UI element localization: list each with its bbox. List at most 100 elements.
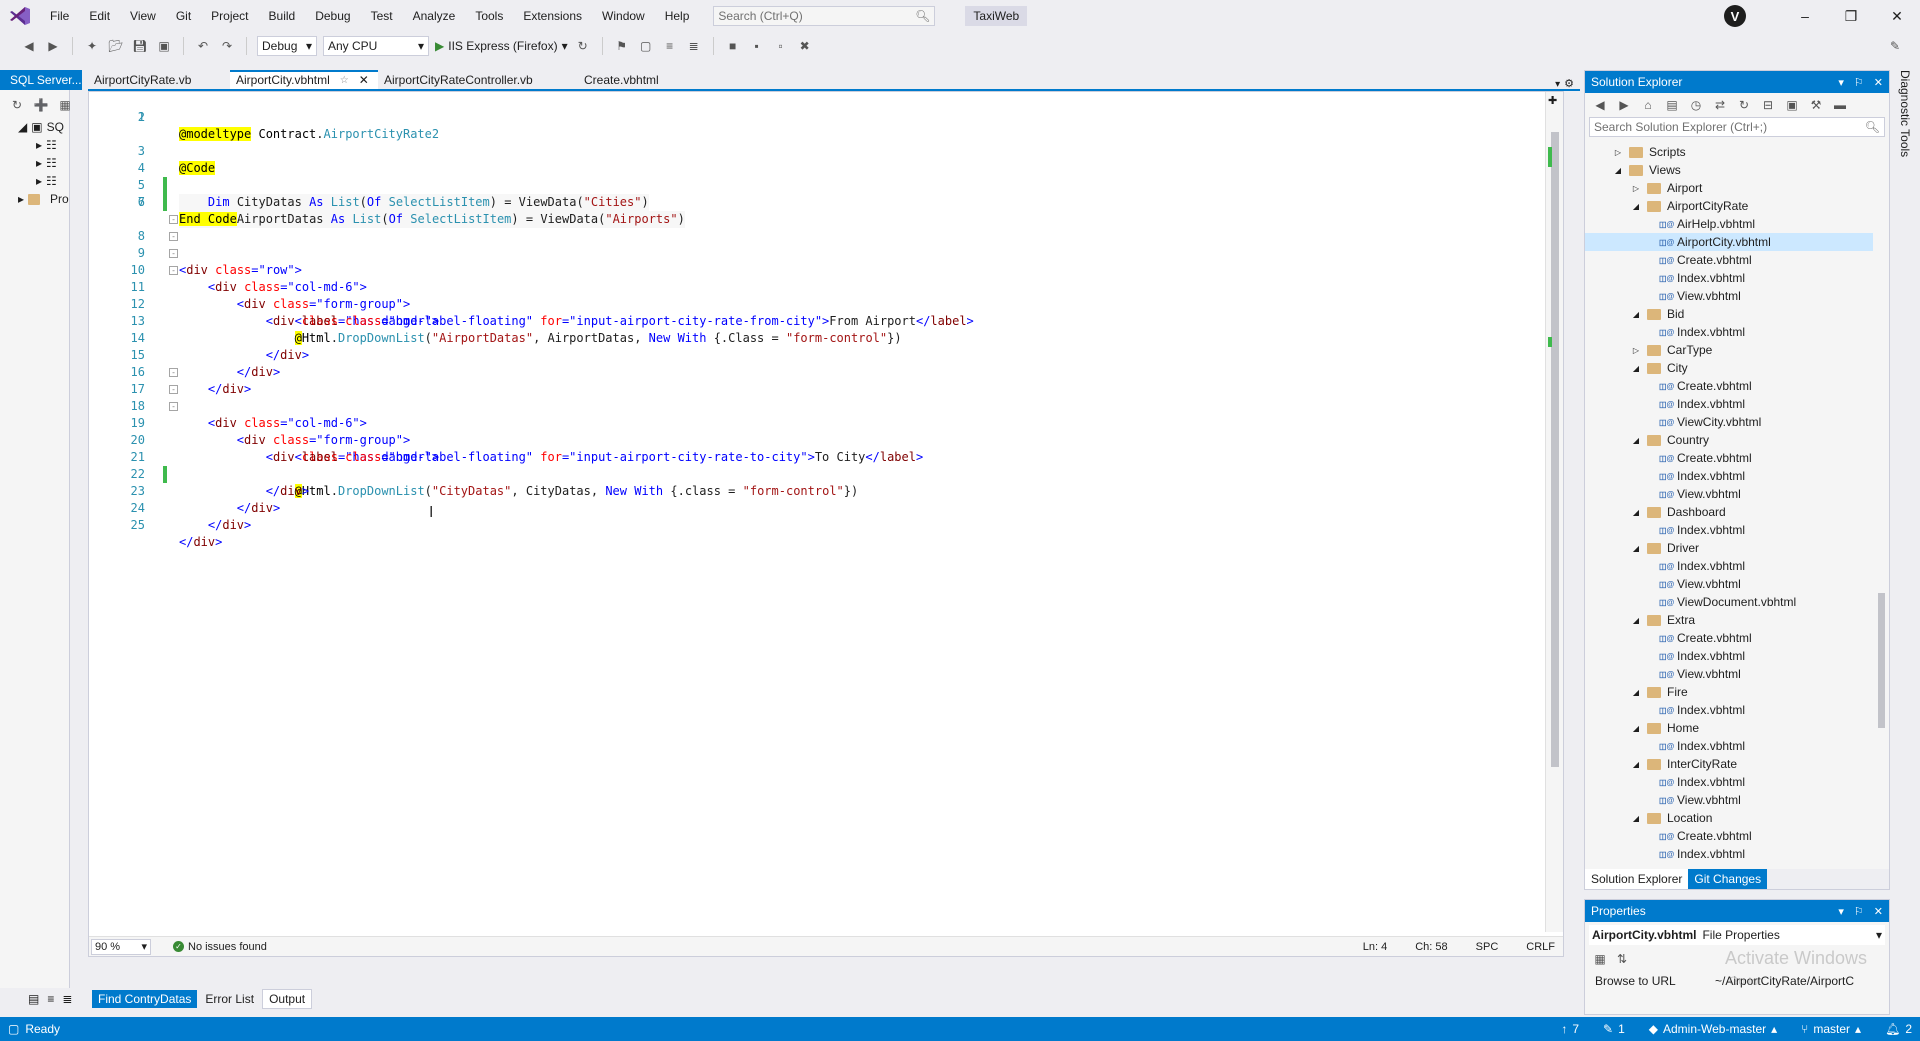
output-clear-icon[interactable]: ▤ (28, 992, 39, 1006)
tree-file-item[interactable]: ◫@ Create.vbhtml (1585, 377, 1873, 395)
tree-file-item[interactable]: ◫@ Index.vbhtml (1585, 323, 1873, 341)
tree-folder-item[interactable]: ◢ AirportCityRate (1585, 197, 1873, 215)
comment-icon[interactable]: ≡ (661, 37, 679, 55)
tab-airportcityratecontroller-vb[interactable]: AirportCityRateController.vb (378, 70, 578, 90)
menu-debug[interactable]: Debug (305, 0, 360, 32)
fold-toggle-icon[interactable]: - (169, 368, 178, 377)
restore-button[interactable]: ❐ (1828, 8, 1874, 25)
add-server-icon[interactable]: ➕ (32, 96, 50, 114)
avatar[interactable]: V (1724, 5, 1746, 27)
bookmark-icon[interactable]: ■ (724, 37, 742, 55)
tab-create-vbhtml[interactable]: Create.vbhtml (578, 70, 698, 90)
browser-link-icon[interactable]: ⚑ (613, 37, 631, 55)
tree-file-item[interactable]: ◫@ View.vbhtml (1585, 791, 1873, 809)
expand-arrow-icon[interactable]: ▷ (1631, 184, 1641, 193)
menu-test[interactable]: Test (361, 0, 403, 32)
output-list-icon[interactable]: ≡ (47, 992, 54, 1006)
issues-indicator[interactable]: ✓ No issues found (173, 941, 267, 953)
menu-tools[interactable]: Tools (465, 0, 513, 32)
tree-folder-item[interactable]: ▷ Airport (1585, 179, 1873, 197)
open-icon[interactable]: 📂︎ (107, 37, 125, 55)
menu-file[interactable]: File (40, 0, 79, 32)
tree-file-item[interactable]: ◫@ Index.vbhtml (1585, 701, 1873, 719)
collapse-arrow-icon[interactable]: ◢ (1631, 310, 1641, 319)
save-icon[interactable]: 💾︎ (131, 37, 149, 55)
collapse-arrow-icon[interactable]: ◢ (1631, 688, 1641, 697)
tree-file-item[interactable]: ◫@ ViewCity.vbhtml (1585, 413, 1873, 431)
notifications[interactable]: 🔔︎ 2 (1885, 1022, 1912, 1036)
sql-project-node[interactable]: ▸ Pro (18, 192, 69, 206)
menu-project[interactable]: Project (201, 0, 258, 32)
tree-folder-item[interactable]: ▷ CarType (1585, 341, 1873, 359)
menu-help[interactable]: Help (655, 0, 700, 32)
tree-folder-item[interactable]: ◢ Country (1585, 431, 1873, 449)
tree-file-item[interactable]: ◫@ View.vbhtml (1585, 287, 1873, 305)
tree-file-item[interactable]: ◫@ Index.vbhtml (1585, 467, 1873, 485)
menu-window[interactable]: Window (592, 0, 655, 32)
tree-folder-item[interactable]: ◢ City (1585, 359, 1873, 377)
run-button[interactable]: ▶ IIS Express (Firefox) ▾ (435, 39, 568, 53)
back-icon[interactable]: ◀ (1591, 96, 1609, 114)
sync-icon[interactable]: ⇄ (1711, 96, 1729, 114)
tree-folder-item[interactable]: ◢ Location (1585, 809, 1873, 827)
fold-toggle-icon[interactable]: - (169, 232, 178, 241)
tree-folder-item[interactable]: ◢ Fire (1585, 683, 1873, 701)
menu-extensions[interactable]: Extensions (513, 0, 592, 32)
tab-error-list[interactable]: Error List (199, 990, 261, 1008)
tree-file-item[interactable]: ◫@ Index.vbhtml (1585, 845, 1873, 863)
pending-changes-icon[interactable]: ◷ (1687, 96, 1705, 114)
tab-solution-explorer[interactable]: Solution Explorer (1585, 869, 1689, 889)
clear-bookmarks-icon[interactable]: ✖ (796, 37, 814, 55)
repository-selector[interactable]: ◆ Admin-Web-master ▴ (1649, 1022, 1777, 1036)
collapse-arrow-icon[interactable]: ◢ (1631, 724, 1641, 733)
column-indicator[interactable]: Ch: 58 (1415, 941, 1447, 953)
collapse-arrow-icon[interactable]: ◢ (1631, 202, 1641, 211)
branch-selector[interactable]: ⑂ master ▴ (1801, 1022, 1861, 1036)
save-all-icon[interactable]: ▣ (155, 37, 173, 55)
tree-file-item[interactable]: ◫@ Create.vbhtml (1585, 449, 1873, 467)
preview-icon[interactable]: ▬ (1831, 96, 1849, 114)
tree-file-item[interactable]: ◫@ View.vbhtml (1585, 485, 1873, 503)
menu-edit[interactable]: Edit (79, 0, 120, 32)
close-icon[interactable]: ✕ (359, 73, 369, 87)
output-wrap-icon[interactable]: ≣ (62, 992, 72, 1006)
zoom-select[interactable]: 90 % ▾ (91, 938, 151, 955)
forward-nav-icon[interactable]: ▶ (44, 37, 62, 55)
whitespace-indicator[interactable]: SPC (1476, 941, 1499, 953)
tree-folder-item[interactable]: ◢ InterCityRate (1585, 755, 1873, 773)
home-icon[interactable]: ⌂ (1639, 96, 1657, 114)
sql-server-tab[interactable]: SQL Server... (0, 70, 82, 90)
tree-file-item[interactable]: ◫@ Index.vbhtml (1585, 737, 1873, 755)
fold-toggle-icon[interactable]: - (169, 402, 178, 411)
menu-git[interactable]: Git (166, 0, 201, 32)
fold-toggle-icon[interactable]: - (169, 266, 178, 275)
tree-file-item[interactable]: ◫@ View.vbhtml (1585, 575, 1873, 593)
prev-bookmark-icon[interactable]: ▪ (748, 37, 766, 55)
tree-file-item[interactable]: ◫@ ViewDocument.vbhtml (1585, 593, 1873, 611)
tree-folder-item[interactable]: ◢ Views (1585, 161, 1873, 179)
scrollbar-thumb[interactable] (1878, 593, 1885, 728)
diagnostic-tools-tab[interactable]: Diagnostic Tools (1898, 70, 1912, 157)
close-icon[interactable]: ✕ (1874, 76, 1883, 89)
fold-toggle-icon[interactable]: - (169, 249, 178, 258)
back-nav-icon[interactable]: ◀ (20, 37, 38, 55)
tree-file-item[interactable]: ◫@ Index.vbhtml (1585, 647, 1873, 665)
fold-toggle-icon[interactable]: - (169, 385, 178, 394)
pin-icon[interactable]: ⚐ (1854, 76, 1864, 89)
sql-child-node[interactable]: ▸ ☷ (36, 174, 57, 188)
tree-file-item[interactable]: ◫@ Index.vbhtml (1585, 269, 1873, 287)
search-input[interactable]: Search (Ctrl+Q) 🔍︎ (713, 6, 936, 26)
solution-search-input[interactable]: Search Solution Explorer (Ctrl+;) 🔍︎ (1589, 117, 1885, 137)
menu-view[interactable]: View (120, 0, 166, 32)
tree-file-item[interactable]: ◫@ Index.vbhtml (1585, 521, 1873, 539)
switch-views-icon[interactable]: ▤ (1663, 96, 1681, 114)
tree-file-item[interactable]: ◫@ View.vbhtml (1585, 665, 1873, 683)
pin-icon[interactable]: ☆ (340, 75, 349, 86)
tab-git-changes[interactable]: Git Changes (1688, 869, 1768, 889)
expand-arrow-icon[interactable]: ▷ (1613, 148, 1623, 157)
code-editor[interactable]: 1 @modeltype Contract.AirportCityRate2 2… (88, 91, 1564, 957)
screenshot-icon[interactable]: ▢ (637, 37, 655, 55)
tree-file-item[interactable]: ◫@ Create.vbhtml (1585, 251, 1873, 269)
undo-icon[interactable]: ↶ (194, 37, 212, 55)
tree-file-item[interactable]: ◫@ Index.vbhtml (1585, 395, 1873, 413)
